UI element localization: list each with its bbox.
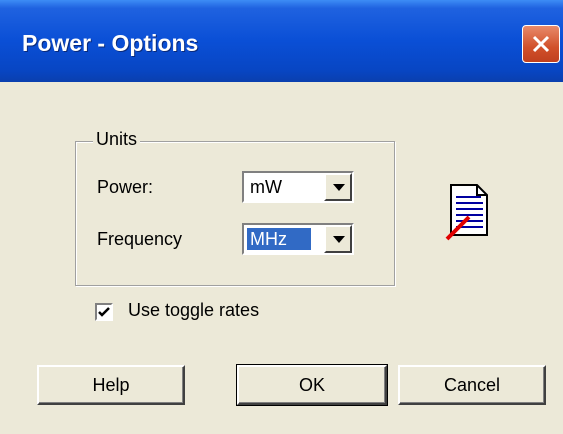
chevron-down-icon — [333, 236, 345, 243]
frequency-unit-value: MHz — [247, 228, 311, 250]
power-options-dialog: Power - Options Units Power: mW Frequenc… — [0, 0, 563, 434]
title-bar[interactable]: Power - Options — [0, 0, 563, 82]
power-unit-select[interactable]: mW — [242, 171, 354, 203]
close-button[interactable] — [522, 25, 560, 63]
frequency-dropdown-button[interactable] — [324, 225, 352, 253]
checkmark-icon — [98, 307, 110, 317]
units-groupbox — [75, 141, 395, 286]
chevron-down-icon — [333, 184, 345, 191]
power-label: Power: — [97, 177, 154, 197]
frequency-unit-select[interactable]: MHz — [242, 223, 354, 255]
units-group-label: Units — [93, 129, 141, 150]
use-toggle-rates-label[interactable]: Use toggle rates — [128, 300, 259, 321]
window-title: Power - Options — [22, 30, 199, 56]
ok-button[interactable]: OK — [236, 364, 388, 406]
cancel-button[interactable]: Cancel — [398, 365, 546, 405]
frequency-label: Frequency — [97, 229, 183, 249]
use-toggle-rates-checkbox[interactable] — [95, 303, 113, 321]
close-icon — [532, 35, 550, 53]
document-edit-icon — [445, 184, 488, 241]
power-unit-value: mW — [250, 177, 282, 197]
help-button[interactable]: Help — [37, 365, 185, 405]
power-dropdown-button[interactable] — [324, 173, 352, 201]
